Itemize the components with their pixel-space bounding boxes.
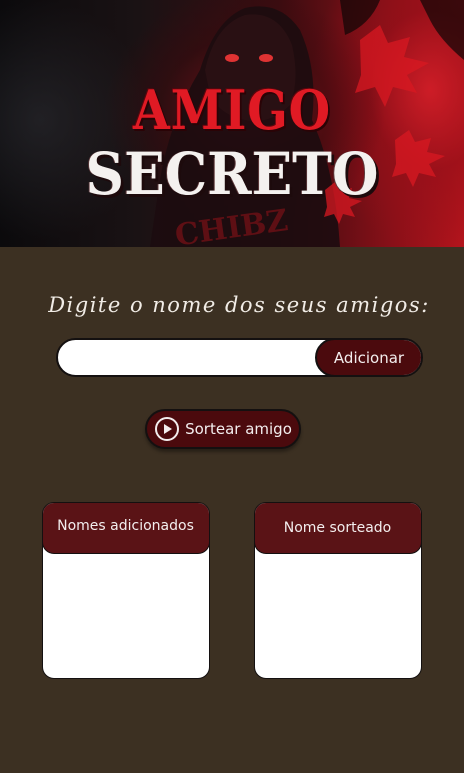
added-names-title: Nomes adicionados [43,503,209,554]
drawn-name-panel: Nome sorteado [254,502,422,679]
add-button[interactable]: Adicionar [315,340,421,375]
app-page: CHIBZ AMIGO SECRETO Digite o nome dos se… [0,0,464,773]
friend-name-input[interactable] [58,340,328,375]
add-friend-form: Adicionar [56,338,423,377]
header-banner: CHIBZ AMIGO SECRETO [0,0,464,247]
play-circle-icon [154,416,180,442]
draw-button-label: Sortear amigo [185,420,292,438]
title-secreto: SECRETO [85,140,379,208]
input-prompt-label: Digite o nome dos seus amigos: [48,293,430,317]
added-names-panel: Nomes adicionados [42,502,210,679]
title-amigo: AMIGO [132,78,332,142]
draw-friend-button[interactable]: Sortear amigo [145,409,301,449]
drawn-name-title: Nome sorteado [255,503,421,554]
